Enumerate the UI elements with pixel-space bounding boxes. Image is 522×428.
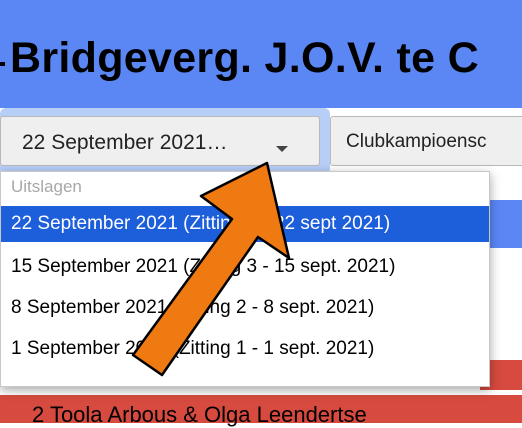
table-row-text: 2 Toola Arbous & Olga Leendertse — [32, 402, 367, 427]
dropdown-option[interactable]: 8 September 2021 (Zitting 2 - 8 sept. 20… — [1, 290, 489, 326]
page-title: Bridgeverg. J.O.V. te C — [10, 34, 479, 82]
dropdown-option[interactable]: 15 September 2021 (Zitting 3 - 15 sept. … — [1, 249, 489, 285]
date-select-value: 22 September 2021… — [22, 131, 228, 154]
chevron-down-icon[interactable] — [276, 146, 288, 152]
clubkampioenschap-label: Clubkampioensc — [346, 131, 487, 152]
date-dropdown-list: Uitslagen 22 September 2021 (Zitting 4 -… — [0, 171, 490, 387]
title-fragment — [0, 62, 5, 66]
dropdown-option[interactable]: 22 September 2021 (Zitting 4 - 22 sept 2… — [1, 206, 489, 242]
dropdown-group-label: Uitslagen — [11, 177, 82, 196]
dropdown-option[interactable]: 1 September 2021 (Zitting 1 - 1 sept. 20… — [1, 331, 489, 367]
